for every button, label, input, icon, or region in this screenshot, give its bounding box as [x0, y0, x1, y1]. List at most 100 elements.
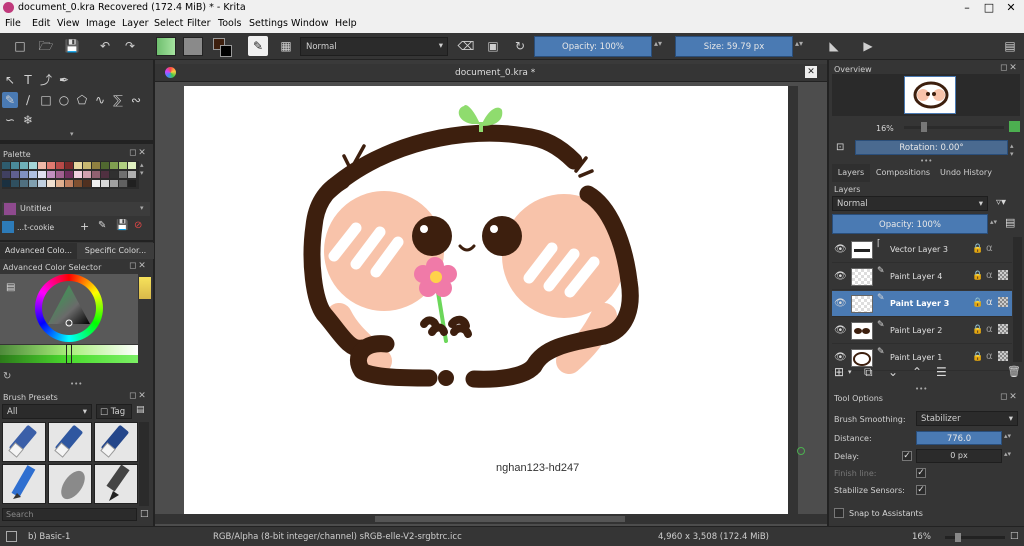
chevron-down-icon[interactable]: ▾	[848, 368, 852, 376]
palette-swatch[interactable]	[101, 180, 109, 187]
alpha-lock-icon[interactable]: α	[986, 324, 993, 335]
layer-opacity-slider[interactable]: Opacity: 100%	[832, 214, 988, 234]
layer-properties-icon[interactable]: ▤	[1005, 216, 1015, 229]
visibility-eye-icon[interactable]: 👁	[834, 244, 847, 255]
lock-icon[interactable]: 🔒	[972, 271, 983, 281]
palette-swatch[interactable]	[119, 162, 127, 169]
visibility-eye-icon[interactable]: 👁	[834, 352, 847, 363]
reset-color-icon[interactable]: ↻	[3, 371, 11, 382]
gradient-swatch[interactable]	[156, 37, 176, 56]
palette-swatch[interactable]	[20, 162, 28, 169]
brush-preset-smudge[interactable]	[48, 464, 92, 504]
rectangle-tool-icon[interactable]: □	[38, 92, 54, 108]
mirror-vertical-icon[interactable]: ▶	[858, 36, 878, 56]
toolbox-expand-icon[interactable]: ▾	[70, 130, 74, 138]
palette-swatch[interactable]	[83, 171, 91, 178]
overview-panel[interactable]	[832, 74, 1020, 116]
dock-float-icon[interactable]: ◻ ✕	[129, 391, 146, 401]
blend-mode-select[interactable]: Normal ▾	[300, 37, 448, 56]
line-tool-icon[interactable]: ∕	[20, 92, 36, 108]
finish-line-checkbox[interactable]: ✓	[916, 468, 926, 478]
layer-blend-mode-select[interactable]: Normal ▾	[832, 196, 988, 211]
palette-swatch[interactable]	[128, 180, 136, 187]
undo-icon[interactable]: ↶	[95, 36, 115, 56]
palette-swatch[interactable]	[38, 180, 46, 187]
palette-swatch[interactable]	[29, 171, 37, 178]
palette-swatch[interactable]	[83, 162, 91, 169]
polygon-tool-icon[interactable]: ⬠	[74, 92, 90, 108]
tab-specific-color[interactable]: Specific Color...	[77, 243, 154, 259]
ellipse-tool-icon[interactable]: ○	[56, 92, 72, 108]
palette-swatch[interactable]	[11, 171, 19, 178]
tag-select[interactable]: □ Tag	[96, 404, 132, 419]
alpha-lock-icon[interactable]: α	[986, 351, 993, 362]
open-document-icon[interactable]: 🗁	[36, 36, 56, 56]
tab-undo-history[interactable]: Undo History	[936, 164, 996, 182]
palette-swatch[interactable]	[65, 180, 73, 187]
layer-row[interactable]: 👁 ⌈ Vector Layer 3 🔒 α	[832, 237, 1012, 263]
inherit-alpha-icon[interactable]	[998, 297, 1008, 307]
palette-swatch[interactable]	[29, 162, 37, 169]
close-document-icon[interactable]: ✕	[805, 66, 817, 78]
brush-editor-icon[interactable]: ▦	[276, 36, 296, 56]
inherit-alpha-icon[interactable]	[998, 270, 1008, 280]
brush-preset-ink-pen[interactable]	[94, 464, 138, 504]
inherit-alpha-icon[interactable]	[998, 351, 1008, 361]
tab-advanced-color[interactable]: Advanced Colo...	[0, 243, 77, 259]
distance-slider[interactable]: 776.0	[916, 431, 1002, 445]
reload-preset-icon[interactable]: ↻	[510, 36, 530, 56]
palette-swatch[interactable]	[74, 162, 82, 169]
lock-icon[interactable]: 🔒	[972, 352, 983, 362]
palette-swatch[interactable]	[110, 180, 118, 187]
slider-handle[interactable]	[66, 344, 72, 364]
status-zoom-slider[interactable]	[945, 533, 1005, 542]
maximize-button[interactable]: □	[978, 0, 1000, 16]
menu-file[interactable]: File	[5, 18, 21, 29]
palette-swatch[interactable]	[2, 171, 10, 178]
freehand-path-icon[interactable]: ∾	[128, 92, 144, 108]
palette-scroll-icon[interactable]: ▴ ▾	[140, 161, 144, 177]
zoom-slider-handle[interactable]	[921, 122, 927, 132]
palette-swatch[interactable]	[92, 162, 100, 169]
delay-checkbox[interactable]: ✓	[902, 451, 912, 461]
pattern-swatch[interactable]	[183, 37, 203, 56]
alpha-lock-icon[interactable]: α	[986, 270, 993, 281]
menu-edit[interactable]: Edit	[32, 18, 50, 29]
save-icon[interactable]: 💾	[62, 36, 82, 56]
palette-swatch[interactable]	[29, 180, 37, 187]
preserve-alpha-icon[interactable]: ▣	[483, 36, 503, 56]
dock-float-icon[interactable]: ◻ ✕	[1000, 63, 1017, 73]
document-title[interactable]: document_0.kra *	[455, 68, 535, 78]
color-selector-area[interactable]: ▤	[0, 274, 138, 344]
redo-icon[interactable]: ↷	[120, 36, 140, 56]
canvas-horizontal-scrollbar[interactable]	[155, 514, 827, 524]
palette-swatch[interactable]	[56, 162, 64, 169]
delay-spinner-icon[interactable]: ▴▾	[1004, 450, 1011, 458]
brush-smoothing-select[interactable]: Stabilizer ▾	[916, 411, 1018, 426]
size-spinner-icon[interactable]: ▴▾	[795, 39, 803, 48]
fit-zoom-icon[interactable]	[1009, 121, 1020, 132]
brush-search-input[interactable]: Search	[2, 508, 137, 521]
delete-swatch-icon[interactable]: ⊘	[134, 220, 142, 231]
layer-filter-icon[interactable]: ▿▾	[996, 197, 1006, 208]
palette-swatch[interactable]	[2, 162, 10, 169]
menu-view[interactable]: View	[57, 18, 80, 29]
palette-swatch[interactable]	[65, 171, 73, 178]
background-color[interactable]	[220, 45, 232, 57]
menu-tools[interactable]: Tools	[218, 18, 241, 29]
dynamic-brush-icon[interactable]: ∽	[2, 112, 18, 128]
distance-spinner-icon[interactable]: ▴▾	[1004, 432, 1011, 440]
menu-filter[interactable]: Filter	[187, 18, 211, 29]
layers-scrollbar[interactable]	[1013, 237, 1022, 362]
freehand-brush-icon[interactable]: ✎	[2, 92, 18, 108]
delete-layer-icon[interactable]: 🗑	[1007, 365, 1021, 378]
rotate-icon[interactable]: ⊡	[836, 142, 844, 153]
visibility-eye-icon[interactable]: 👁	[834, 325, 847, 336]
search-options-icon[interactable]: □	[140, 509, 149, 519]
palette-swatch[interactable]	[119, 180, 127, 187]
layer-row[interactable]: 👁 ✎ Paint Layer 2 🔒 α	[832, 318, 1012, 344]
duplicate-layer-icon[interactable]: ⧉	[864, 365, 873, 380]
palette-swatch[interactable]	[74, 180, 82, 187]
dock-float-icon[interactable]: ◻ ✕	[129, 261, 146, 271]
dock-handle-icon[interactable]: •••	[70, 380, 82, 388]
